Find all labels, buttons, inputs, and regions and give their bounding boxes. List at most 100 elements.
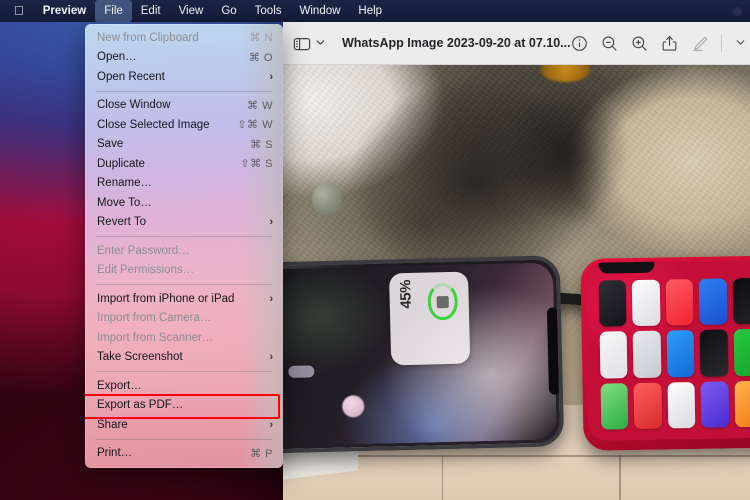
menu-item-label: Open Recent (97, 70, 165, 83)
file-menu-dropdown: New from Clipboard ⌘ N Open… ⌘ O Open Recent… (85, 24, 283, 468)
menu-item-import-from-iphone-or-ipad[interactable]: Import from iPhone or iPad › (85, 289, 283, 309)
image-canvas[interactable]: 45% (283, 65, 750, 500)
menu-item-duplicate[interactable]: Duplicate ⇧⌘ S (85, 154, 283, 174)
menu-item-label: Revert To (97, 216, 147, 229)
menu-item-label: Share (97, 418, 128, 431)
chevron-down-icon[interactable] (735, 35, 746, 52)
menu-item-shortcut: ⌘ P (250, 447, 273, 460)
battery-widget: 45% (388, 271, 471, 366)
menu-separator (96, 236, 272, 237)
menu-item-shortcut: ⇧⌘ W (237, 119, 273, 132)
menu-item-label: Close Window (97, 99, 171, 112)
preview-window: WhatsApp Image 2023-09-20 at 07.10... 45… (283, 22, 750, 500)
menu-item-edit-permissions: Edit Permissions… (85, 261, 283, 281)
menubar-item-help[interactable]: Help (349, 0, 391, 22)
menu-item-label: Open… (97, 51, 137, 64)
info-icon[interactable] (571, 35, 588, 52)
zoom-in-icon[interactable] (631, 35, 648, 52)
menubar-item-edit[interactable]: Edit (132, 0, 170, 22)
notch (546, 306, 560, 396)
menu-item-take-screenshot[interactable]: Take Screenshot › (85, 348, 283, 368)
menu-item-label: Move To… (97, 196, 152, 209)
sidebar-toggle-icon[interactable] (293, 35, 311, 52)
apple-logo-icon[interactable]:  (0, 0, 34, 22)
menubar-item-window[interactable]: Window (291, 0, 350, 22)
battery-ring-icon (427, 282, 459, 321)
submenu-arrow-icon: › (269, 418, 273, 431)
toolbar-divider (720, 34, 722, 52)
menu-item-save[interactable]: Save ⌘ S (85, 135, 283, 155)
submenu-arrow-icon: › (269, 70, 273, 83)
menu-separator (96, 438, 272, 440)
menu-item-print[interactable]: Print… ⌘ P (85, 444, 283, 464)
status-pill (288, 365, 315, 379)
app-icon (733, 328, 750, 376)
photo-two-iphones: 45% (283, 65, 750, 500)
app-icon (699, 329, 729, 377)
menubar-item-go[interactable]: Go (212, 0, 245, 22)
menu-item-open[interactable]: Open… ⌘ O (85, 48, 283, 68)
menu-item-enter-password: Enter Password… (85, 241, 283, 261)
menu-item-label: Print… (97, 447, 133, 460)
battery-percent-label: 45% (396, 280, 415, 310)
menu-item-label: Import from iPhone or iPad (97, 292, 235, 305)
submenu-arrow-icon: › (269, 351, 273, 364)
app-icon (633, 382, 662, 430)
menu-item-share[interactable]: Share › (85, 415, 283, 435)
menu-item-revert-to[interactable]: Revert To › (85, 213, 283, 233)
menu-item-label: Close Selected Image (97, 118, 210, 131)
menu-item-label: Import from Scanner… (97, 331, 214, 344)
menubar-app-name[interactable]: Preview (34, 0, 95, 22)
menu-item-import-from-scanner: Import from Scanner… (85, 328, 283, 348)
app-grid (598, 277, 750, 430)
app-icon (632, 330, 662, 378)
submenu-arrow-icon: › (269, 216, 273, 229)
app-icon (698, 278, 728, 325)
iphone-left: 45% (283, 255, 565, 454)
menu-item-label: Export… (97, 379, 142, 392)
menu-item-label: Enter Password… (97, 244, 190, 257)
menu-item-label: Export as PDF… (97, 399, 184, 412)
menu-separator (96, 284, 272, 285)
menu-item-label: Save (97, 138, 124, 151)
menu-item-open-recent[interactable]: Open Recent › (85, 67, 283, 87)
menu-item-new-from-clipboard: New from Clipboard ⌘ N (85, 28, 283, 48)
menu-item-export[interactable]: Export… (85, 376, 283, 396)
menu-item-export-as-pdf[interactable]: Export as PDF… (85, 393, 283, 419)
menubar-item-tools[interactable]: Tools (246, 0, 291, 22)
menu-item-move-to[interactable]: Move To… (85, 193, 283, 213)
menubar-status-icon[interactable] (733, 6, 742, 16)
menu-item-shortcut: ⌘ S (250, 138, 273, 151)
menu-item-shortcut: ⌘ O (248, 51, 273, 64)
markup-pen-icon[interactable] (691, 35, 708, 52)
chevron-down-icon[interactable] (315, 35, 326, 52)
menu-separator (96, 90, 272, 92)
zoom-out-icon[interactable] (601, 35, 618, 52)
app-icon (631, 279, 661, 327)
menu-item-shortcut: ⌘ W (247, 99, 273, 112)
menu-item-close-window[interactable]: Close Window ⌘ W (85, 96, 283, 116)
menubar-item-file[interactable]: File (95, 0, 132, 22)
app-icon (666, 330, 695, 378)
share-icon[interactable] (661, 35, 678, 52)
app-icon (667, 381, 696, 429)
menu-item-rename[interactable]: Rename… (85, 174, 283, 194)
menubar-item-view[interactable]: View (170, 0, 213, 22)
menu-item-label: Edit Permissions… (97, 264, 195, 277)
menu-separator (96, 371, 272, 372)
menu-item-import-from-camera: Import from Camera… (85, 309, 283, 329)
menu-item-label: Rename… (97, 177, 152, 190)
app-icon (599, 331, 628, 379)
menu-item-shortcut: ⌘ N (249, 32, 273, 45)
menu-item-close-selected-image[interactable]: Close Selected Image ⇧⌘ W (85, 115, 283, 135)
menu-item-label: Take Screenshot (97, 351, 183, 364)
menu-item-label: Duplicate (97, 157, 145, 170)
app-icon (732, 277, 750, 325)
app-icon (598, 279, 627, 327)
app-icon (700, 380, 729, 428)
app-icon (600, 382, 629, 430)
menu-item-shortcut: ⇧⌘ S (240, 158, 273, 171)
screen: WhatsApp Image 2023-09-20 at 07.10... 45… (0, 0, 750, 500)
app-icon (734, 380, 750, 428)
home-indicator (342, 394, 365, 418)
